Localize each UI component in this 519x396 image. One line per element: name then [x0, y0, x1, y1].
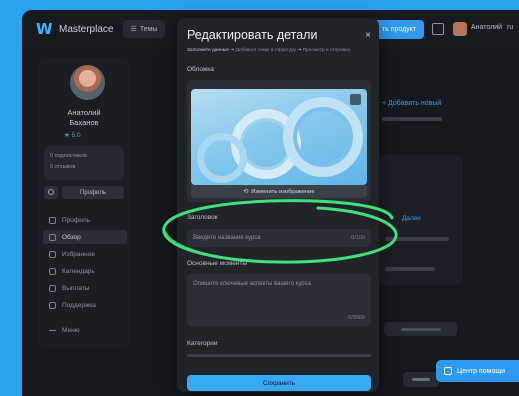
step-3[interactable]: Просмотр и отправка	[303, 48, 350, 53]
sidebar: Анатолий Баханов ★ 5.0 0 подписчиков 0 о…	[38, 58, 130, 348]
profile-rating: ★ 5.0	[64, 131, 81, 139]
background-panel: Далее	[377, 155, 463, 285]
background-pill[interactable]	[384, 322, 457, 336]
ring-shape	[283, 97, 363, 177]
features-counter: 0/3000	[348, 315, 365, 321]
help-center-button[interactable]: Центр помощи	[436, 360, 519, 382]
stepper: Заполните данные ➔ Добавьте темы и струк…	[187, 48, 350, 53]
title-input[interactable]: Введите название курса 0/100	[187, 229, 371, 247]
avatar[interactable]	[453, 22, 467, 36]
create-product-button[interactable]: ть продукт	[374, 20, 424, 39]
rating-value: 5.0	[71, 132, 81, 139]
placeholder-line	[385, 237, 449, 241]
cover-label: Обложка	[187, 66, 214, 73]
star-icon: ★	[64, 132, 70, 139]
sidebar-item-label: Профиль	[62, 216, 91, 224]
user-icon[interactable]	[44, 186, 58, 199]
ring-shape	[197, 133, 247, 183]
modal-title: Редактировать детали	[187, 28, 318, 42]
title-placeholder: Введите название курса	[193, 235, 261, 241]
sidebar-item-favorites[interactable]: Избранное	[43, 247, 127, 261]
profile-last-name: Баханов	[69, 118, 99, 127]
overview-icon	[49, 233, 56, 241]
categories-field[interactable]	[187, 354, 371, 357]
title-label: Заголовок	[187, 214, 218, 221]
brand-name: Masterplace	[59, 24, 114, 35]
stat-reviews: 0 отзывов	[50, 164, 76, 170]
change-image-button[interactable]: ⟲ Изменить изображение	[191, 185, 367, 198]
features-placeholder: Опишите ключевые аспекты вашего курса	[193, 281, 311, 287]
edit-details-modal: Редактировать детали × Заполните данные …	[177, 18, 379, 392]
sidebar-item-calendar[interactable]: Календарь	[43, 264, 127, 278]
save-button[interactable]: Сохранить	[187, 375, 371, 391]
change-image-label: Изменить изображение	[251, 188, 315, 195]
sidebar-item-label: Поддержка	[62, 301, 96, 309]
refresh-icon: ⟲	[243, 188, 249, 195]
profile-first-name: Анатолий	[67, 108, 101, 117]
themes-button[interactable]: ☰ Темы	[123, 20, 165, 38]
title-counter: 0/100	[351, 235, 365, 241]
sidebar-item-overview[interactable]: Обзор	[43, 230, 127, 244]
sidebar-item-label: Меню	[62, 326, 80, 334]
masterplace-logo-icon[interactable]: W	[36, 22, 53, 37]
sidebar-item-menu[interactable]: Меню	[43, 323, 127, 337]
menu-icon	[49, 330, 56, 331]
features-textarea[interactable]: Опишите ключевые аспекты вашего курса 0/…	[187, 274, 371, 326]
next-button[interactable]	[403, 372, 439, 387]
calendar-icon	[49, 267, 56, 275]
profile-avatar	[70, 65, 105, 100]
user-name[interactable]: Анатолий	[471, 24, 502, 31]
profile-button[interactable]: Профиль	[62, 186, 124, 199]
help-icon	[444, 367, 452, 375]
categories-label: Категории	[187, 340, 218, 347]
help-center-label: Центр помощи	[457, 367, 506, 375]
placeholder-line	[385, 267, 435, 271]
language-switcher[interactable]: ru	[507, 24, 513, 31]
placeholder-line	[382, 117, 442, 121]
wallet-icon	[49, 284, 56, 292]
trash-icon[interactable]	[350, 94, 361, 105]
sidebar-item-payouts[interactable]: Выплаты	[43, 281, 127, 295]
sidebar-item-label: Избранное	[62, 250, 95, 258]
add-new-link[interactable]: + Добавить новый	[382, 100, 441, 107]
support-icon	[49, 301, 56, 309]
grid-icon: ☰	[130, 26, 137, 33]
cover-image	[191, 89, 367, 185]
sidebar-item-profile[interactable]: Профиль	[43, 213, 127, 227]
sidebar-item-label: Календарь	[62, 267, 95, 275]
star-icon	[49, 250, 56, 258]
notifications-icon[interactable]	[432, 23, 444, 35]
sidebar-item-label: Выплаты	[62, 284, 90, 292]
sidebar-item-label: Обзор	[62, 233, 81, 241]
themes-label: Темы	[139, 25, 158, 33]
sidebar-item-support[interactable]: Поддержка	[43, 298, 127, 312]
step-2[interactable]: Добавьте темы и структуру	[236, 48, 296, 53]
profile-stats: 0 подписчиков 0 отзывов	[44, 146, 124, 180]
step-1[interactable]: Заполните данные	[187, 48, 229, 53]
features-label: Основные моменты	[187, 260, 248, 267]
close-icon[interactable]: ×	[365, 30, 371, 41]
stat-subscribers: 0 подписчиков	[50, 153, 87, 159]
profile-icon	[49, 216, 56, 224]
next-link[interactable]: Далее	[402, 215, 421, 222]
